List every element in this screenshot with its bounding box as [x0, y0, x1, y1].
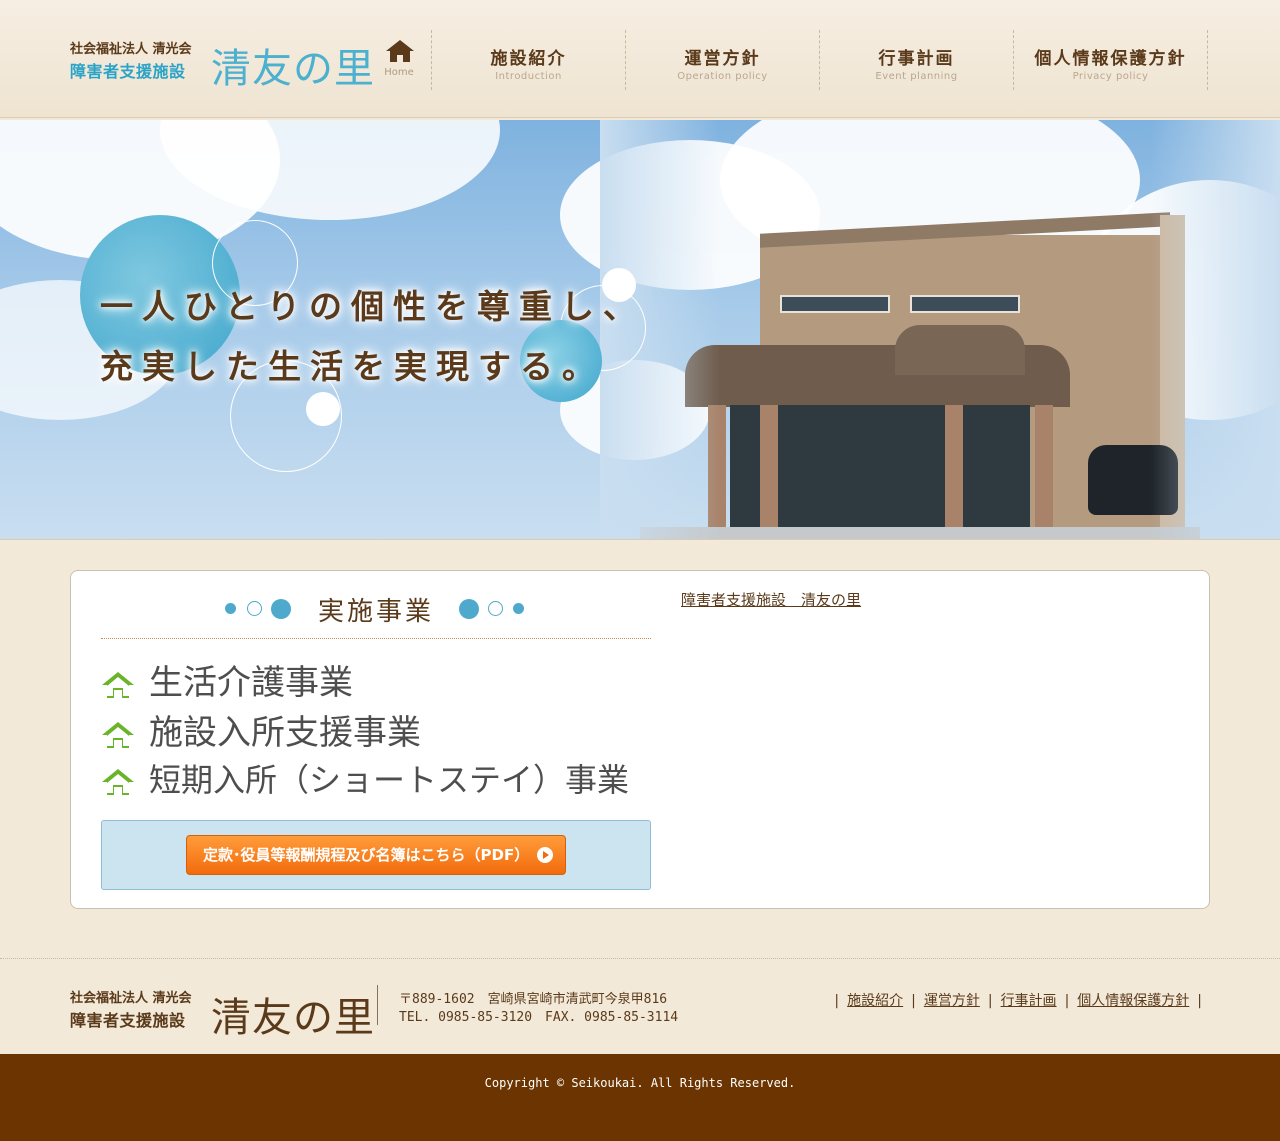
green-house-icon — [102, 721, 134, 748]
hero-banner: 一人ひとりの個性を尊重し、 充実した生活を実現する。 — [0, 120, 1280, 540]
pdf-download-button[interactable]: 定款･役員等報酬規程及び名簿はこちら（PDF） — [186, 835, 566, 875]
nav-privacy-policy[interactable]: 個人情報保護方針 Privacy policy — [1014, 30, 1208, 90]
main-content: 実施事業 生活介護事業 施設入所支援事業 短期入所（ショートステイ）事業 定款･… — [70, 570, 1210, 909]
nav-item-sublabel: Event planning — [875, 71, 958, 82]
nav-event-planning[interactable]: 行事計画 Event planning — [820, 30, 1014, 90]
logo-type: 障害者支援施設 — [70, 1011, 186, 1030]
nav-item-sublabel: Introduction — [495, 71, 562, 82]
section-header: 実施事業 — [101, 589, 651, 639]
nav-item-label: 個人情報保護方針 — [1034, 49, 1187, 69]
footer-link-introduction[interactable]: 施設紹介 — [847, 993, 903, 1009]
service-item: 短期入所（ショートステイ）事業 — [101, 755, 629, 801]
footer-link-event-planning[interactable]: 行事計画 — [1001, 993, 1057, 1009]
copyright-bar: Copyright © Seikoukai. All Rights Reserv… — [0, 1054, 1280, 1141]
copyright-text: Copyright © Seikoukai. All Rights Reserv… — [484, 1076, 796, 1090]
nav-item-label: 運営方針 — [684, 49, 761, 69]
footer-address-block: 〒889-1602 宮崎県宮崎市清武町今泉甲816 TEL. 0985-85-3… — [399, 991, 678, 1027]
decor-dots-right — [459, 599, 529, 619]
service-item: 施設入所支援事業 — [101, 705, 421, 754]
nav-item-sublabel: Privacy policy — [1072, 71, 1149, 82]
logo-org: 社会福祉法人 清光会 — [70, 991, 192, 1006]
nav-item-label: 施設紹介 — [490, 49, 567, 69]
footer-nav: | 施設紹介 | 運営方針 | 行事計画 | 個人情報保護方針 | — [834, 993, 1202, 1009]
service-label: 生活介護事業 — [149, 663, 353, 703]
footer-logo[interactable]: 社会福祉法人 清光会 障害者支援施設 清友の里 — [70, 985, 374, 1041]
home-icon — [386, 40, 414, 62]
facility-link[interactable]: 障害者支援施設 清友の里 — [681, 589, 861, 610]
footer-tel-fax: TEL. 0985-85-3120 FAX. 0985-85-3114 — [399, 1010, 679, 1025]
play-arrow-icon — [537, 847, 553, 863]
service-label: 施設入所支援事業 — [149, 713, 421, 753]
logo-org: 社会福祉法人 清光会 — [70, 42, 192, 57]
site-footer: 社会福祉法人 清光会 障害者支援施設 清友の里 〒889-1602 宮崎県宮崎市… — [0, 958, 1280, 1054]
nav-operation-policy[interactable]: 運営方針 Operation policy — [626, 30, 820, 90]
decor-dot — [306, 392, 340, 426]
pdf-box: 定款･役員等報酬規程及び名簿はこちら（PDF） — [101, 820, 651, 890]
nav-introduction[interactable]: 施設紹介 Introduction — [432, 30, 626, 90]
logo-name: 清友の里 — [211, 995, 375, 1041]
nav-item-label: 行事計画 — [878, 49, 955, 69]
service-label: 短期入所（ショートステイ）事業 — [149, 761, 630, 799]
logo-name: 清友の里 — [211, 46, 375, 92]
pdf-button-label: 定款･役員等報酬規程及び名簿はこちら（PDF） — [203, 846, 530, 864]
service-item: 生活介護事業 — [101, 655, 353, 704]
nav-home-label: Home — [384, 67, 414, 78]
nav-home[interactable]: Home — [372, 30, 432, 90]
site-logo[interactable]: 社会福祉法人 清光会 障害者支援施設 清友の里 — [70, 36, 374, 92]
footer-link-privacy-policy[interactable]: 個人情報保護方針 — [1077, 993, 1189, 1009]
building-photo — [640, 212, 1200, 539]
site-header: 社会福祉法人 清光会 障害者支援施設 清友の里 Home 施設紹介 Introd… — [0, 0, 1280, 118]
logo-type: 障害者支援施設 — [70, 62, 186, 81]
divider — [377, 985, 378, 1025]
section-title: 実施事業 — [317, 597, 434, 627]
hero-tagline-2: 充実した生活を実現する。 — [100, 347, 604, 386]
hero-tagline-1: 一人ひとりの個性を尊重し、 — [100, 287, 646, 326]
nav-item-sublabel: Operation policy — [677, 71, 768, 82]
footer-link-operation-policy[interactable]: 運営方針 — [924, 993, 980, 1009]
footer-address: 〒889-1602 宮崎県宮崎市清武町今泉甲816 — [399, 992, 668, 1007]
green-house-icon — [102, 768, 134, 795]
green-house-icon — [102, 671, 134, 698]
